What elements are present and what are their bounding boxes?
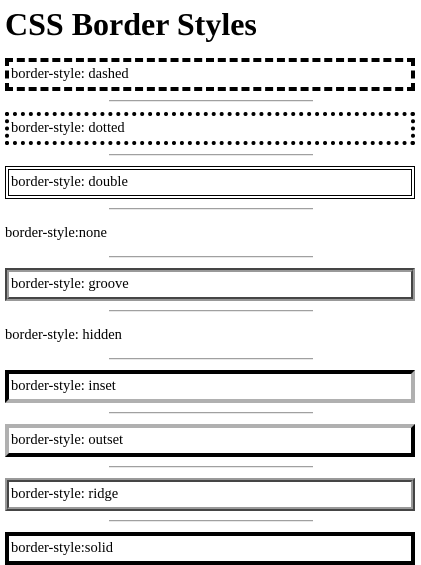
separator xyxy=(108,310,313,312)
separator xyxy=(108,520,313,522)
separator xyxy=(108,412,313,414)
ridge-border-box: border-style: ridge xyxy=(5,478,415,511)
separator xyxy=(108,466,313,468)
outset-border-box: border-style: outset xyxy=(5,424,415,457)
separator xyxy=(108,358,313,360)
double-border-box: border-style: double xyxy=(5,166,415,199)
page-title: CSS Border Styles xyxy=(5,6,257,42)
page-container: CSS Border Styles border-style: dashed b… xyxy=(0,6,421,565)
dotted-border-box: border-style: dotted xyxy=(5,112,415,145)
inset-border-box: border-style: inset xyxy=(5,370,415,403)
none-border-box: border-style:none xyxy=(5,225,107,241)
dashed-border-box: border-style: dashed xyxy=(5,58,415,91)
separator xyxy=(108,100,313,102)
solid-border-box: border-style:solid xyxy=(5,532,415,565)
hidden-border-box: border-style: hidden xyxy=(5,327,122,343)
separator xyxy=(108,154,313,156)
separator xyxy=(108,208,313,210)
groove-border-box: border-style: groove xyxy=(5,268,415,301)
separator xyxy=(108,256,313,258)
